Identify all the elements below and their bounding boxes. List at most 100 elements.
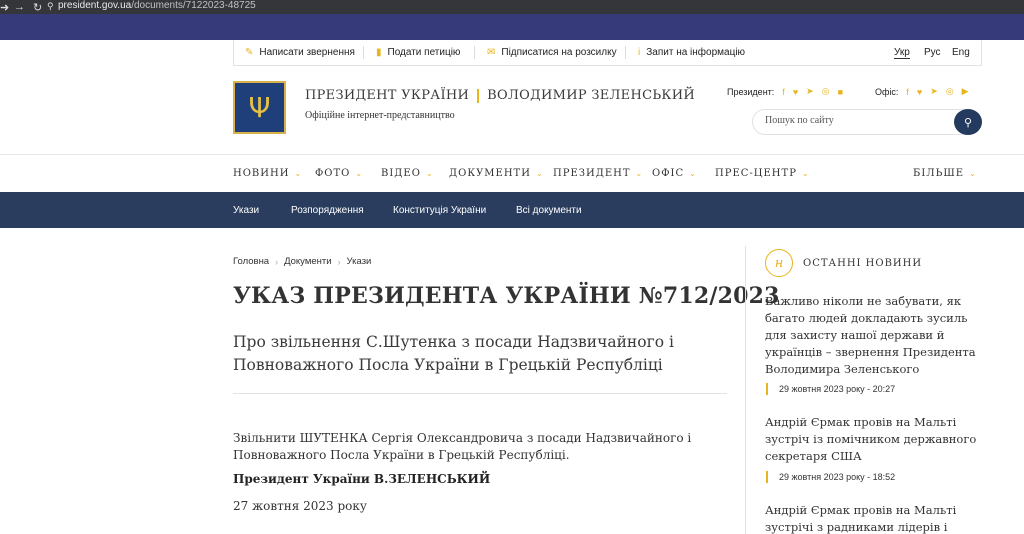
chevron-down-icon: ⌄	[689, 169, 697, 178]
telegram-icon[interactable]: ➤	[806, 86, 814, 97]
instagram-icon[interactable]: ◎	[822, 86, 830, 97]
petition-link[interactable]: ▮ Подати петицію	[376, 47, 460, 58]
reload-icon[interactable]: ↻	[33, 1, 42, 14]
document-body: Звільнити ШУТЕНКА Сергія Олександровича …	[233, 431, 692, 462]
facebook-icon[interactable]: f	[782, 87, 785, 97]
breadcrumb: Головна › Документи › Укази	[233, 256, 371, 267]
nav-label: БІЛЬШЕ	[913, 168, 965, 179]
twitter-icon[interactable]: ♥	[917, 87, 922, 97]
nav-label: ПРЕС-ЦЕНТР	[715, 168, 797, 179]
browser-strip	[0, 14, 1024, 40]
chevron-down-icon: ⌄	[355, 169, 364, 178]
write-appeal-link[interactable]: ✎ Написати звернення	[245, 47, 355, 58]
document-date: 27 жовтня 2023 року	[233, 499, 367, 513]
search-box: ⚲	[752, 109, 982, 135]
telegram-icon[interactable]: ➤	[930, 86, 938, 97]
url-field[interactable]: president.gov.ua/documents/7122023-48725	[58, 0, 256, 12]
lang-ukr[interactable]: Укр	[894, 47, 910, 59]
date-bar	[766, 383, 768, 395]
divider	[363, 46, 364, 59]
news-item-title[interactable]: Андрій Єрмак провів на Мальті зустріч із…	[765, 414, 985, 465]
lock-icon[interactable]: ⚲	[47, 1, 54, 12]
chevron-right-icon: ›	[275, 256, 279, 267]
site-title[interactable]: ПРЕЗИДЕНТ УКРАЇНИ ВОЛОДИМИР ЗЕЛЕНСЬКИЙ	[305, 88, 695, 103]
url-host: president.gov.ua	[58, 0, 132, 11]
nav-label: ДОКУМЕНТИ	[449, 168, 531, 179]
nav-office[interactable]: ОФІС ⌄	[652, 168, 697, 179]
news-item-title[interactable]: Важливо ніколи не забувати, як багато лю…	[765, 293, 985, 378]
subnav-all-documents[interactable]: Всі документи	[516, 205, 582, 216]
president-social-label: Президент:	[727, 86, 775, 97]
divider	[233, 393, 727, 394]
title-divider	[477, 88, 480, 103]
nav-label: ОФІС	[652, 168, 685, 179]
chevron-down-icon: ⌄	[535, 169, 544, 178]
site-subtitle: Офіційне інтернет-представництво	[305, 110, 455, 121]
lang-eng[interactable]: Eng	[952, 47, 970, 58]
main-nav: НОВИНИ ⌄ ФОТО ⌄ ВІДЕО ⌄ ДОКУМЕНТИ ⌄ ПРЕЗИДЕН…	[0, 154, 1024, 192]
nav-news[interactable]: НОВИНИ ⌄	[233, 168, 302, 179]
twitter-icon[interactable]: ♥	[793, 87, 798, 97]
lang-rus[interactable]: Рус	[924, 47, 941, 58]
utility-label: Подати петицію	[387, 47, 461, 58]
url-path: /documents/7122023-48725	[131, 0, 256, 11]
breadcrumb-decrees[interactable]: Укази	[347, 256, 372, 267]
search-icon: ⚲	[963, 115, 973, 129]
president-social: Президент: f ♥ ➤ ◎ ■	[727, 86, 843, 97]
news-item-date: 29 жовтня 2023 року - 18:52	[766, 471, 895, 483]
site-logo[interactable]: Ψ	[233, 81, 286, 134]
youtube-icon[interactable]: ▶	[962, 86, 969, 97]
search-input[interactable]	[765, 115, 945, 126]
arrow-right-icon[interactable]: →	[14, 1, 25, 13]
site-title-president: ПРЕЗИДЕНТ УКРАЇНИ	[305, 88, 470, 103]
flickr-icon[interactable]: ■	[838, 87, 843, 97]
chevron-down-icon: ⌄	[801, 169, 810, 178]
utility-bar: ✎ Написати звернення ▮ Подати петицію ✉ …	[233, 40, 982, 66]
search-button[interactable]: ⚲	[954, 109, 982, 135]
subscribe-link[interactable]: ✉ Підписатися на розсилку	[487, 47, 617, 58]
news-icon: н	[765, 249, 793, 277]
info-icon: i	[638, 47, 641, 58]
breadcrumb-home[interactable]: Головна	[233, 256, 269, 267]
document-subtitle: Про звільнення С.Шутенка з посади Надзви…	[233, 333, 674, 374]
news-icon-letter: н	[774, 255, 784, 271]
facebook-icon[interactable]: f	[906, 87, 909, 97]
pen-icon: ✎	[245, 47, 254, 58]
forward-icon[interactable]: ➜	[0, 1, 9, 14]
nav-label: ФОТО	[315, 168, 351, 179]
nav-press-center[interactable]: ПРЕС-ЦЕНТР ⌄	[715, 168, 810, 179]
nav-label: ПРЕЗИДЕНТ	[553, 168, 631, 179]
divider	[625, 46, 626, 59]
chevron-down-icon: ⌄	[969, 169, 977, 178]
utility-label: Написати звернення	[259, 47, 355, 58]
latest-news-label: ОСТАННІ НОВИНИ	[803, 257, 923, 269]
info-request-link[interactable]: i Запит на інформацію	[638, 47, 745, 58]
nav-video[interactable]: ВІДЕО ⌄	[381, 168, 434, 179]
browser-address-bar: ➜ → ↻ ⚲ president.gov.ua/documents/71220…	[0, 0, 1024, 14]
latest-news-heading: н ОСТАННІ НОВИНИ	[765, 249, 922, 277]
office-social: Офіс: f ♥ ➤ ◎ ▶	[875, 86, 969, 97]
trident-icon: Ψ	[248, 91, 271, 124]
news-item-title[interactable]: Андрій Єрмак провів на Мальті зустрічі з…	[765, 502, 985, 534]
chevron-down-icon: ⌄	[425, 169, 434, 178]
subnav-orders[interactable]: Розпорядження	[291, 205, 364, 216]
divider	[474, 46, 475, 59]
news-date-text: 29 жовтня 2023 року - 18:52	[779, 472, 896, 482]
nav-photo[interactable]: ФОТО ⌄	[315, 168, 363, 179]
news-item-date: 29 жовтня 2023 року - 20:27	[766, 383, 895, 395]
nav-president[interactable]: ПРЕЗИДЕНТ ⌄	[553, 168, 643, 179]
subnav-decrees[interactable]: Укази	[233, 205, 259, 216]
nav-more[interactable]: БІЛЬШЕ ⌄	[913, 168, 977, 179]
breadcrumb-documents[interactable]: Документи	[284, 256, 331, 267]
subnav-constitution[interactable]: Конституція України	[393, 205, 486, 216]
sub-nav: Укази Розпорядження Конституція України …	[0, 192, 1024, 228]
chevron-down-icon: ⌄	[635, 169, 644, 178]
nav-label: ВІДЕО	[381, 168, 421, 179]
instagram-icon[interactable]: ◎	[946, 86, 954, 97]
nav-documents[interactable]: ДОКУМЕНТИ ⌄	[449, 168, 544, 179]
document-icon: ▮	[376, 47, 382, 58]
chevron-right-icon: ›	[337, 256, 341, 267]
chevron-down-icon: ⌄	[294, 169, 303, 178]
news-date-text: 29 жовтня 2023 року - 20:27	[779, 384, 896, 394]
site-title-name: ВОЛОДИМИР ЗЕЛЕНСЬКИЙ	[487, 88, 696, 103]
